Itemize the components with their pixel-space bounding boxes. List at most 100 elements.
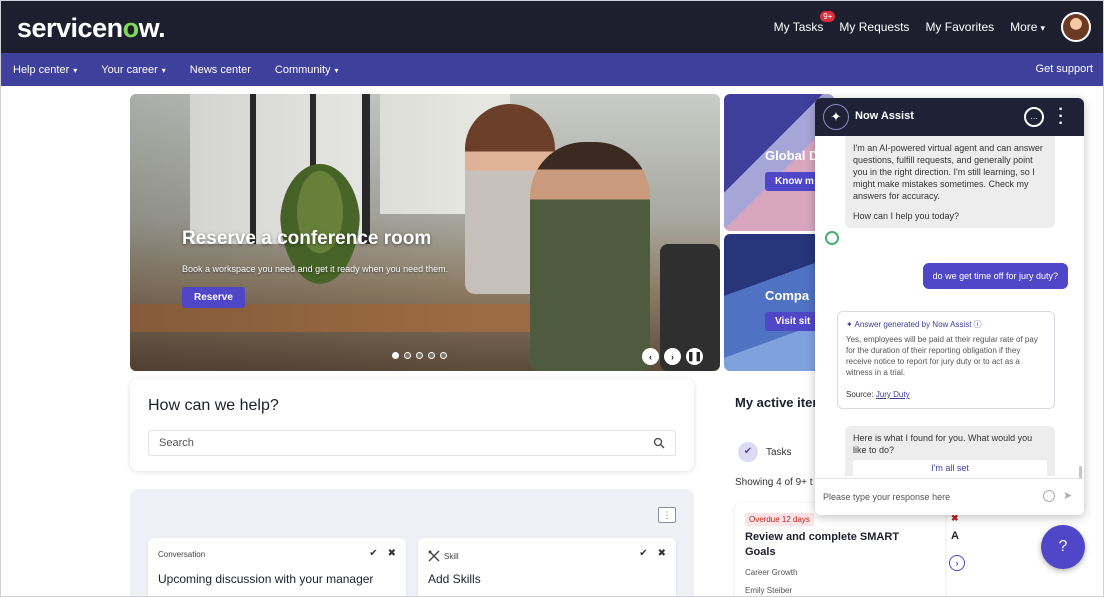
todo-actions: ✔ ✖ [639, 548, 666, 559]
tasks-count-badge: 9+ [820, 11, 836, 22]
bot-intro-text: I'm an AI-powered virtual agent and can … [853, 143, 1043, 201]
carousel-dot[interactable] [440, 352, 447, 359]
chat-bubble-icon[interactable]: … [1024, 107, 1044, 127]
servicenow-logo[interactable]: servicenow. [17, 13, 166, 44]
chevron-down-icon: ▾ [1040, 23, 1045, 33]
carousel-dot[interactable] [392, 352, 399, 359]
my-tasks-label: My Tasks [773, 20, 824, 34]
emoji-icon[interactable] [1043, 490, 1055, 502]
promo-card-button[interactable]: Visit sit [765, 312, 821, 331]
task-owner: Emily Steiber [745, 586, 793, 595]
checkmark-icon: ✔ [738, 442, 758, 462]
bot-message: Here is what I found for you. What would… [845, 426, 1055, 476]
overdue-badge: Overdue 12 days [745, 513, 814, 526]
todo-card[interactable]: Skill ✔ ✖ Add Skills [418, 538, 676, 596]
more-menu[interactable]: More ▾ [1010, 20, 1045, 34]
close-icon[interactable]: ✖ [658, 548, 666, 559]
help-title: How can we help? [148, 397, 279, 414]
carousel-dot[interactable] [404, 352, 411, 359]
chat-messages: I'm an AI-powered virtual agent and can … [815, 136, 1084, 511]
source-label: Source: [846, 390, 874, 399]
bot-avatar-icon [825, 231, 839, 245]
tools-icon [428, 550, 440, 562]
task-title: Review and complete SMART Goals [745, 531, 900, 558]
todo-type: Skill [428, 550, 459, 562]
carousel-controls: ‹ › ❚❚ [642, 348, 703, 365]
chevron-down-icon: ▾ [334, 65, 339, 75]
bot-ask-text: How can I help you today? [853, 211, 960, 221]
promo-card-title: Global D [765, 148, 819, 163]
task-peek-title: A [951, 530, 959, 542]
main-nav: Help center ▾ Your career ▾ News center Co… [1, 53, 1103, 86]
help-fab-button[interactable]: ? [1041, 525, 1085, 569]
nav-item-news-center[interactable]: News center [190, 64, 251, 76]
search-input[interactable] [149, 431, 629, 455]
user-message: do we get time off for jury duty? [922, 263, 1068, 289]
todo-card[interactable]: Conversation ✔ ✖ Upcoming discussion wit… [148, 538, 406, 596]
todo-title: Upcoming discussion with your manager [158, 572, 374, 586]
active-items-title: My active iter [735, 395, 818, 410]
nav-label: Help center [13, 63, 70, 76]
close-icon[interactable]: ✖ [388, 548, 396, 559]
source-link[interactable]: Jury Duty [876, 390, 910, 399]
nav-item-community[interactable]: Community ▾ [275, 64, 339, 76]
chat-input-row: ➤ [815, 478, 1084, 515]
my-favorites-link[interactable]: My Favorites [925, 20, 994, 34]
hero-subtitle: Book a workspace you need and get it rea… [182, 264, 449, 274]
showing-count: Showing 4 of 9+ t [735, 477, 813, 488]
app-frame: servicenow. My Tasks 9+ My Requests My Fa… [0, 0, 1104, 597]
check-icon[interactable]: ✔ [639, 548, 647, 559]
task-category: Career Growth [745, 568, 798, 577]
search-icon[interactable] [653, 437, 665, 449]
reserve-button[interactable]: Reserve [182, 287, 245, 308]
carousel-dot[interactable] [416, 352, 423, 359]
my-tasks-link[interactable]: My Tasks 9+ [773, 11, 836, 34]
todo-actions: ✔ ✖ [369, 548, 396, 559]
now-assist-chat: ✦ Now Assist … · · · I'm an AI-powered vir… [815, 98, 1084, 515]
answer-header: ✦ Answer generated by Now Assist ⓘ [846, 320, 982, 329]
task-card-peek: ✖ A › [949, 503, 971, 596]
chat-title: Now Assist [855, 110, 914, 122]
todo-type: Conversation [158, 550, 205, 559]
carousel-dot[interactable] [428, 352, 435, 359]
answer-source: Source: Jury Duty [846, 389, 910, 400]
send-icon[interactable]: ➤ [1063, 489, 1072, 502]
task-card[interactable]: Overdue 12 days Review and complete SMAR… [735, 503, 945, 596]
bot-found-text: Here is what I found for you. What would… [853, 433, 1033, 455]
sparkle-icon: ✦ [823, 104, 849, 130]
my-requests-link[interactable]: My Requests [839, 20, 909, 34]
todo-type-label: Skill [444, 551, 459, 561]
carousel-dots [392, 352, 447, 359]
tasks-label: Tasks [766, 446, 792, 458]
top-bar: servicenow. My Tasks 9+ My Requests My Fa… [1, 1, 1103, 53]
bot-message: I'm an AI-powered virtual agent and can … [845, 136, 1055, 228]
user-avatar[interactable] [1061, 12, 1091, 42]
next-slide-icon[interactable]: › [664, 348, 681, 365]
generated-answer-card: ✦ Answer generated by Now Assist ⓘ Yes, … [837, 311, 1055, 409]
kebab-menu-icon[interactable]: · · · [1056, 102, 1066, 132]
nav-item-help-center[interactable]: Help center ▾ [13, 64, 77, 76]
check-icon[interactable]: ✔ [369, 548, 377, 559]
get-support-link[interactable]: Get support [1036, 63, 1093, 75]
answer-text: Yes, employees will be paid at their reg… [846, 335, 1038, 377]
nav-item-your-career[interactable]: Your career ▾ [101, 64, 165, 76]
all-set-button[interactable]: I'm all set [853, 460, 1047, 476]
nav-label: Your career [101, 63, 158, 76]
top-links: My Tasks 9+ My Requests My Favorites More… [774, 1, 1091, 53]
next-arrow-icon[interactable]: › [949, 555, 965, 571]
todo-title: Add Skills [428, 572, 481, 586]
chat-input[interactable] [823, 488, 1033, 506]
hero-title: Reserve a conference room [182, 228, 432, 249]
chevron-down-icon: ▾ [73, 65, 78, 75]
more-label: More [1010, 20, 1038, 34]
panel-toggle-button[interactable]: ⋮ [658, 507, 676, 523]
nav-label: Community [274, 63, 331, 76]
promo-card-title: Compa [765, 288, 810, 303]
chevron-down-icon: ▾ [161, 65, 166, 75]
pause-icon[interactable]: ❚❚ [686, 348, 703, 365]
prev-slide-icon[interactable]: ‹ [642, 348, 659, 365]
help-search-card: How can we help? [130, 379, 694, 471]
tasks-filter[interactable]: ✔ Tasks [738, 442, 792, 462]
help-search-box [148, 430, 676, 456]
hero-carousel: Reserve a conference room Book a workspa… [130, 94, 720, 371]
